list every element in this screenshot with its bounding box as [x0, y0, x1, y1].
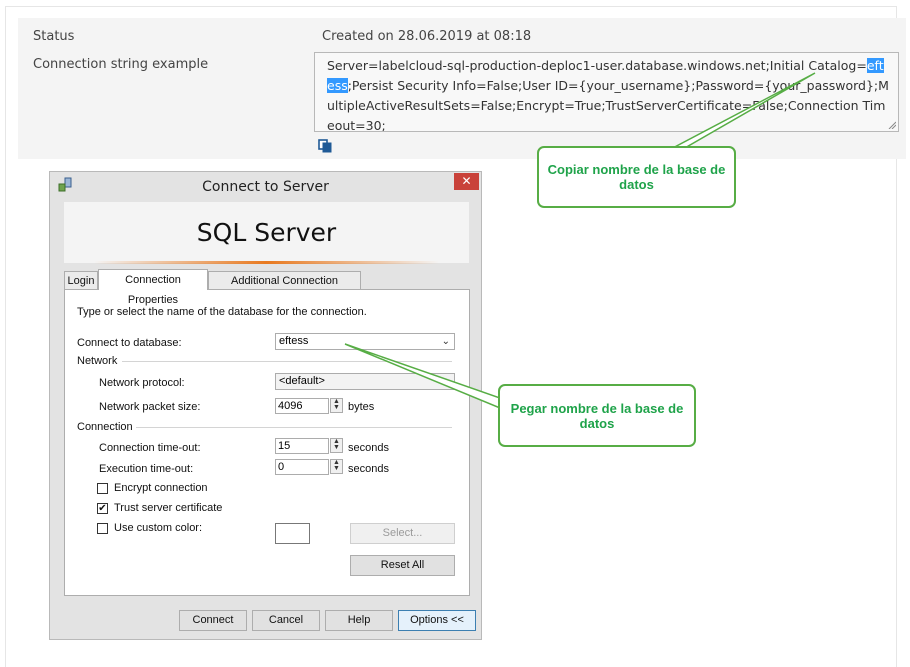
connection-string-end: ;Persist Security Info=False;User ID={yo…: [327, 78, 889, 132]
tab-additional-connection-parameters[interactable]: Additional Connection Parameters: [208, 271, 361, 305]
connection-timeout-spinner[interactable]: ▲ ▼: [330, 438, 343, 453]
execution-timeout-label: Execution time-out:: [99, 463, 194, 475]
connection-string-label: Connection string example: [33, 57, 209, 72]
help-button[interactable]: Help: [325, 610, 393, 631]
trust-server-certificate-label: Trust server certificate: [114, 502, 223, 514]
database-combobox-value: eftess: [279, 335, 309, 347]
options-button[interactable]: Options <<: [398, 610, 476, 631]
connect-button[interactable]: Connect: [179, 610, 247, 631]
connect-to-database-label: Connect to database:: [77, 337, 182, 349]
packet-size-label: Network packet size:: [99, 401, 201, 413]
use-custom-color-checkbox[interactable]: [97, 523, 108, 534]
packet-size-unit: bytes: [348, 401, 375, 413]
status-label: Status: [33, 29, 75, 44]
tab-login[interactable]: Login: [64, 271, 98, 289]
network-protocol-select[interactable]: <default> ⌄: [275, 373, 455, 390]
use-custom-color-label: Use custom color:: [114, 522, 203, 534]
connection-timeout-label: Connection time-out:: [99, 442, 201, 454]
close-button[interactable]: ✕: [454, 173, 479, 190]
custom-color-swatch[interactable]: [275, 523, 310, 544]
database-combobox[interactable]: eftess ⌄: [275, 333, 455, 350]
connection-string-start: Server=labelcloud-sql-production-deploc1…: [327, 58, 867, 73]
packet-size-input[interactable]: 4096: [275, 398, 329, 414]
network-protocol-value: <default>: [279, 375, 325, 387]
execution-timeout-spinner[interactable]: ▲ ▼: [330, 459, 343, 474]
tab-connection-properties[interactable]: Connection Properties: [98, 269, 208, 306]
network-section-label: Network: [77, 355, 118, 367]
cancel-button[interactable]: Cancel: [252, 610, 320, 631]
network-protocol-label: Network protocol:: [99, 377, 185, 389]
connection-divider: [136, 427, 452, 428]
instruction-text: Type or select the name of the database …: [77, 306, 367, 318]
select-color-button[interactable]: Select...: [350, 523, 455, 544]
banner-title: SQL Server: [196, 218, 337, 247]
execution-timeout-unit: seconds: [348, 463, 389, 475]
encrypt-connection-label: Encrypt connection: [114, 482, 208, 494]
chevron-down-icon[interactable]: ⌄: [442, 374, 450, 389]
connection-timeout-input[interactable]: 15: [275, 438, 329, 454]
dialog-titlebar[interactable]: Connect to Server ✕: [50, 172, 481, 202]
dialog-title: Connect to Server: [202, 179, 329, 195]
trust-server-certificate-checkbox[interactable]: ✔: [97, 503, 108, 514]
chevron-down-icon[interactable]: ⌄: [442, 334, 450, 349]
paste-database-name-callout: Pegar nombre de la base de datos: [498, 384, 696, 447]
packet-size-spinner[interactable]: ▲ ▼: [330, 398, 343, 413]
execution-timeout-input[interactable]: 0: [275, 459, 329, 475]
copy-database-name-callout: Copiar nombre de la base de datos: [537, 146, 736, 208]
status-value: Created on 28.06.2019 at 08:18: [322, 29, 532, 44]
copy-icon[interactable]: [318, 139, 332, 153]
banner-accent-line: [94, 261, 439, 264]
connect-to-server-dialog: Connect to Server ✕ SQL Server Login Con…: [49, 171, 482, 640]
encrypt-connection-checkbox[interactable]: [97, 483, 108, 494]
connection-timeout-unit: seconds: [348, 442, 389, 454]
product-banner: SQL Server: [64, 202, 469, 264]
network-divider: [122, 361, 452, 362]
connection-section-label: Connection: [77, 421, 133, 433]
resize-grip-icon[interactable]: [888, 121, 896, 129]
connection-string-textarea[interactable]: Server=labelcloud-sql-production-deploc1…: [314, 52, 899, 132]
reset-all-button[interactable]: Reset All: [350, 555, 455, 576]
